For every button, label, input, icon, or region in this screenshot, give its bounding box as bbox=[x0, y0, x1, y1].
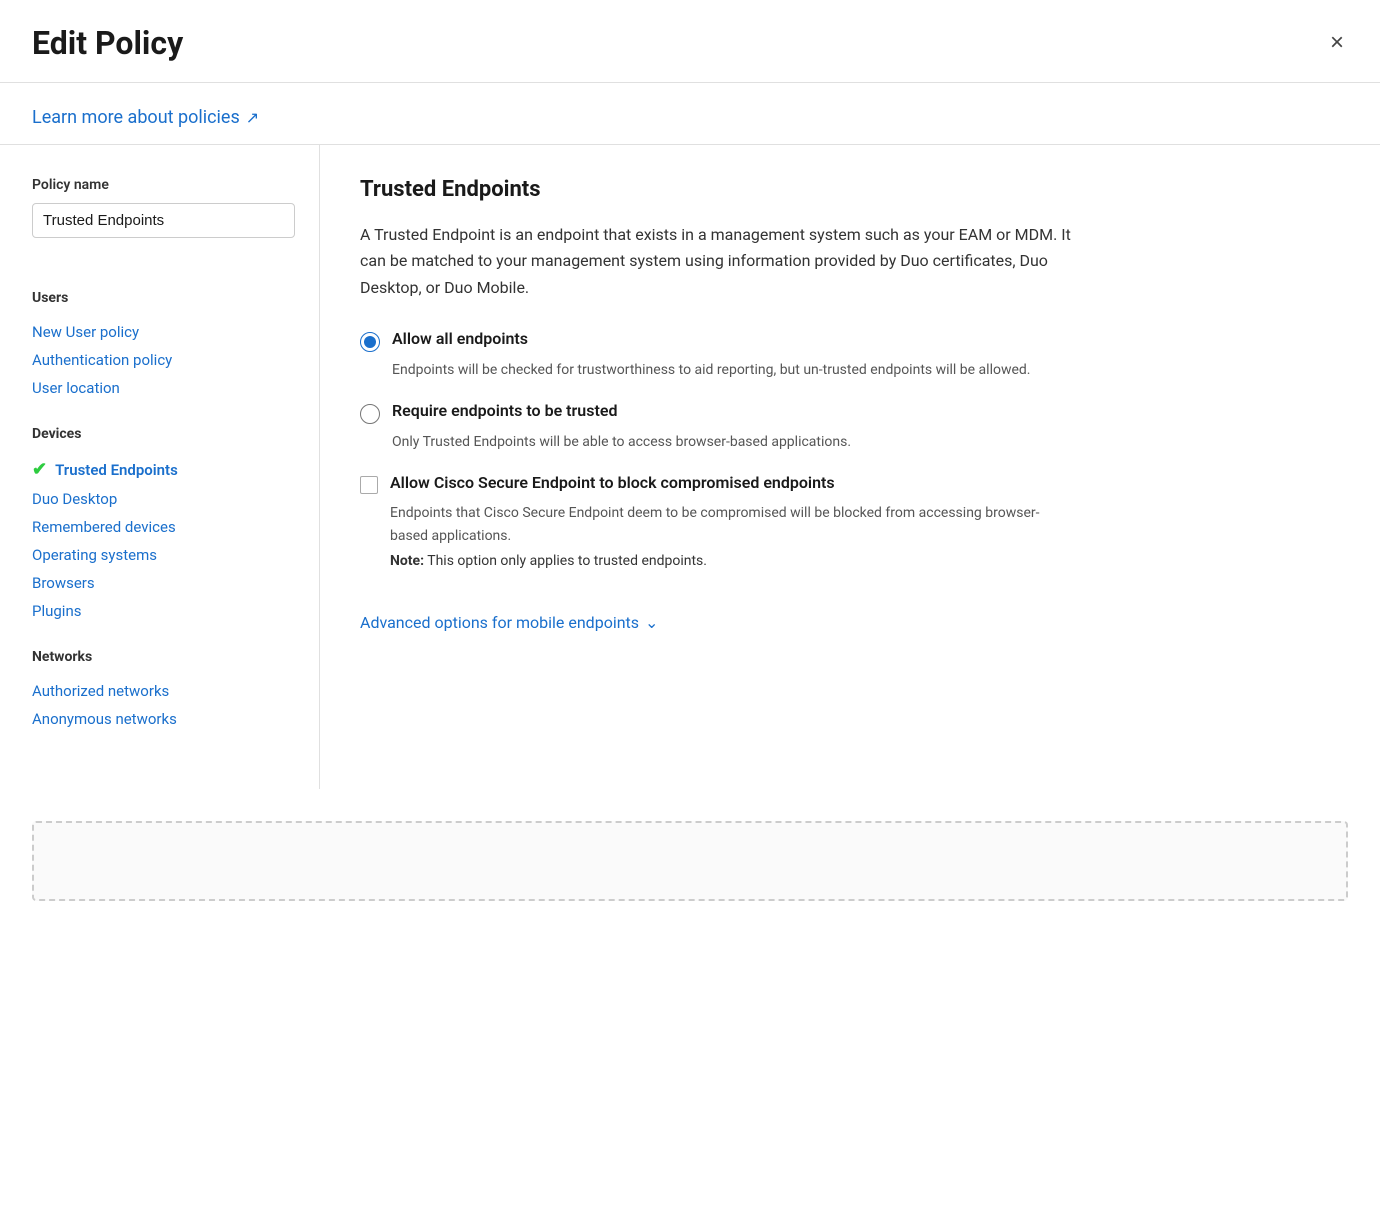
sidebar-item-label: Authentication policy bbox=[32, 351, 172, 369]
require-trusted-radio-option: Require endpoints to be trusted bbox=[360, 401, 1340, 424]
sidebar-section-devices: Devices ✔ Trusted Endpoints Duo Desktop … bbox=[32, 426, 295, 625]
require-trusted-description: Only Trusted Endpoints will be able to a… bbox=[392, 432, 1340, 453]
sidebar-item-label: Operating systems bbox=[32, 546, 157, 564]
policy-name-group: Policy name bbox=[32, 177, 295, 266]
sidebar-item-anonymous-networks[interactable]: Anonymous networks bbox=[32, 705, 295, 733]
allow-all-label[interactable]: Allow all endpoints bbox=[392, 329, 528, 348]
sidebar-item-label: Anonymous networks bbox=[32, 710, 177, 728]
sidebar-section-label-networks: Networks bbox=[32, 649, 295, 665]
cisco-checkbox-option: Allow Cisco Secure Endpoint to block com… bbox=[360, 473, 1340, 494]
sidebar-item-label: Authorized networks bbox=[32, 682, 169, 700]
page-title: Edit Policy bbox=[32, 24, 183, 62]
sidebar-item-label: Trusted Endpoints bbox=[55, 461, 178, 479]
cisco-description: Endpoints that Cisco Secure Endpoint dee… bbox=[390, 502, 1070, 547]
allow-cisco-checkbox[interactable] bbox=[360, 476, 378, 494]
sidebar-item-remembered-devices[interactable]: Remembered devices bbox=[32, 513, 295, 541]
sidebar-item-operating-systems[interactable]: Operating systems bbox=[32, 541, 295, 569]
sidebar-item-browsers[interactable]: Browsers bbox=[32, 569, 295, 597]
sidebar-item-label: User location bbox=[32, 379, 120, 397]
bottom-dashed-area bbox=[32, 821, 1348, 901]
sidebar-item-plugins[interactable]: Plugins bbox=[32, 597, 295, 625]
learn-more-text: Learn more about policies bbox=[32, 107, 240, 128]
allow-all-description: Endpoints will be checked for trustworth… bbox=[392, 360, 1340, 381]
sidebar-section-label-users: Users bbox=[32, 290, 295, 306]
allow-all-radio-option: Allow all endpoints bbox=[360, 329, 1340, 352]
main-content: Trusted Endpoints A Trusted Endpoint is … bbox=[320, 145, 1380, 789]
learn-more-bar: Learn more about policies ↗ bbox=[0, 83, 1380, 145]
sidebar-section-users: Users New User policy Authentication pol… bbox=[32, 290, 295, 402]
section-title: Trusted Endpoints bbox=[360, 177, 1340, 202]
sidebar-item-authorized-networks[interactable]: Authorized networks bbox=[32, 677, 295, 705]
sidebar-item-trusted-endpoints[interactable]: ✔ Trusted Endpoints bbox=[32, 454, 295, 485]
allow-cisco-label[interactable]: Allow Cisco Secure Endpoint to block com… bbox=[390, 473, 835, 492]
policy-name-input[interactable] bbox=[32, 203, 295, 238]
sidebar-item-label: Plugins bbox=[32, 602, 81, 620]
section-description: A Trusted Endpoint is an endpoint that e… bbox=[360, 222, 1080, 301]
sidebar: Policy name Users New User policy Authen… bbox=[0, 145, 320, 789]
policy-name-label: Policy name bbox=[32, 177, 295, 193]
active-check-icon: ✔ bbox=[32, 459, 47, 480]
require-trusted-option-group: Require endpoints to be trusted Only Tru… bbox=[360, 401, 1340, 453]
advanced-options-text: Advanced options for mobile endpoints bbox=[360, 613, 639, 632]
advanced-options-link[interactable]: Advanced options for mobile endpoints ⌄ bbox=[360, 613, 658, 632]
sidebar-item-label: Remembered devices bbox=[32, 518, 176, 536]
require-trusted-label[interactable]: Require endpoints to be trusted bbox=[392, 401, 617, 420]
external-link-icon: ↗ bbox=[246, 108, 259, 127]
note-text: This option only applies to trusted endp… bbox=[424, 553, 707, 569]
sidebar-item-label: New User policy bbox=[32, 323, 139, 341]
close-button[interactable]: × bbox=[1326, 27, 1348, 59]
sidebar-item-new-user-policy[interactable]: New User policy bbox=[32, 318, 295, 346]
modal-header: Edit Policy × bbox=[0, 0, 1380, 83]
sidebar-item-label: Browsers bbox=[32, 574, 95, 592]
cisco-secure-option-group: Allow Cisco Secure Endpoint to block com… bbox=[360, 473, 1340, 569]
sidebar-item-label: Duo Desktop bbox=[32, 490, 117, 508]
cisco-note: Note: This option only applies to truste… bbox=[390, 553, 1340, 569]
sidebar-item-duo-desktop[interactable]: Duo Desktop bbox=[32, 485, 295, 513]
sidebar-item-user-location[interactable]: User location bbox=[32, 374, 295, 402]
sidebar-section-networks: Networks Authorized networks Anonymous n… bbox=[32, 649, 295, 733]
require-trusted-radio[interactable] bbox=[360, 404, 380, 424]
edit-policy-modal: Edit Policy × Learn more about policies … bbox=[0, 0, 1380, 1208]
sidebar-item-authentication-policy[interactable]: Authentication policy bbox=[32, 346, 295, 374]
sidebar-section-label-devices: Devices bbox=[32, 426, 295, 442]
allow-all-option-group: Allow all endpoints Endpoints will be ch… bbox=[360, 329, 1340, 381]
note-prefix: Note: bbox=[390, 553, 424, 569]
content-area: Policy name Users New User policy Authen… bbox=[0, 145, 1380, 789]
learn-more-link[interactable]: Learn more about policies ↗ bbox=[32, 107, 259, 128]
allow-all-radio[interactable] bbox=[360, 332, 380, 352]
chevron-down-icon: ⌄ bbox=[645, 613, 658, 632]
